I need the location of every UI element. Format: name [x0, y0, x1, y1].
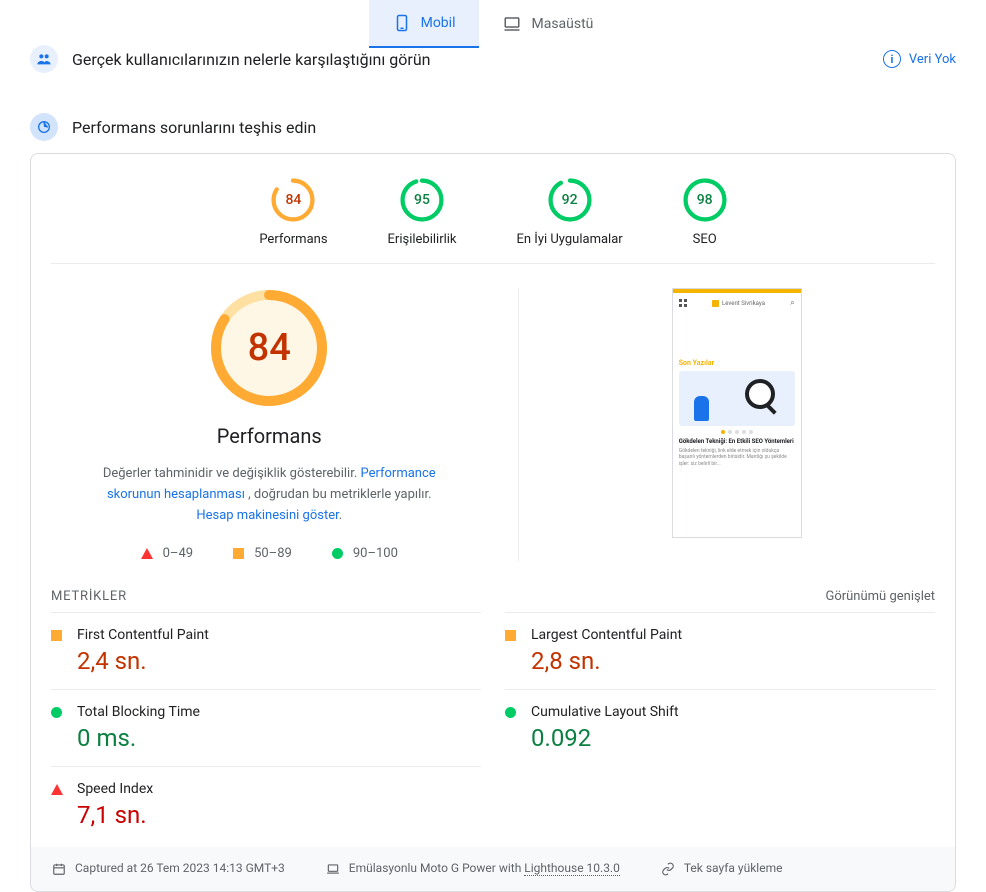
metric-value: 0 ms. [77, 724, 481, 752]
score-gauge: 95 [400, 178, 444, 222]
metric-value: 2,8 sn. [531, 647, 935, 675]
metric-largest-contentful-paint[interactable]: Largest Contentful Paint 2,8 sn. [505, 612, 935, 689]
metric-name: Largest Contentful Paint [531, 627, 935, 643]
performance-gauge-value: 84 [248, 326, 291, 370]
score-label: Performans [259, 232, 327, 247]
metric-total-blocking-time[interactable]: Total Blocking Time 0 ms. [51, 689, 481, 766]
laptop-icon [325, 861, 341, 877]
score-value: 92 [562, 192, 578, 208]
no-data-label: Veri Yok [909, 52, 956, 67]
diagnose-icon [30, 113, 58, 141]
circle-icon [332, 548, 343, 559]
score-item-en-i̇yi-uygulamalar[interactable]: 92 En İyi Uygulamalar [517, 178, 623, 247]
metric-status-icon [505, 707, 517, 719]
page-screenshot: Levent Sivrikaya ⌕ Son Yazılar Gökdelen … [672, 288, 802, 538]
score-label: SEO [693, 232, 717, 247]
expand-view-link[interactable]: Görünümü genişlet [825, 589, 935, 604]
metric-value: 2,4 sn. [77, 647, 481, 675]
circle-icon [51, 707, 62, 718]
metrics-title: METRİKLER [51, 589, 127, 604]
page-load-type: Tek sayfa yükleme [660, 861, 783, 877]
metrics-header: METRİKLER Görünümü genişlet [51, 585, 935, 608]
emulated-device: Emülasyonlu Moto G Power with Lighthouse… [325, 861, 620, 877]
legend-average: 50–89 [233, 546, 292, 561]
score-gauge: 98 [683, 178, 727, 222]
performance-detail: 84 Performans Değerler tahminidir ve değ… [51, 288, 935, 561]
desktop-icon [503, 15, 521, 33]
performance-left: 84 Performans Değerler tahminidir ve değ… [51, 288, 488, 561]
circle-icon [505, 707, 516, 718]
score-row: 84 Performans 95 Erişilebilirlik 92 En İ… [51, 174, 935, 264]
metrics-grid: First Contentful Paint 2,4 sn. Largest C… [51, 612, 935, 843]
diagnose-title: Performans sorunlarını teşhis edin [72, 118, 956, 137]
metric-speed-index[interactable]: Speed Index 7,1 sn. [51, 766, 481, 843]
tab-desktop[interactable]: Masaüstü [479, 0, 617, 48]
capture-footer: Captured at 26 Tem 2023 14:13 GMT+3 Emül… [31, 847, 955, 891]
legend-fail: 0–49 [141, 546, 193, 561]
square-icon [233, 548, 244, 559]
square-icon [51, 630, 62, 641]
menu-icon [679, 299, 687, 307]
performance-description: Değerler tahminidir ve değişiklik göster… [89, 464, 449, 526]
metric-status-icon [51, 707, 63, 719]
performance-title: Performans [217, 424, 322, 448]
score-label: En İyi Uygulamalar [517, 232, 623, 247]
info-icon[interactable]: i [883, 50, 901, 68]
score-value: 95 [414, 192, 430, 208]
calculator-link[interactable]: Hesap makinesini göster [196, 508, 338, 523]
link-icon [660, 861, 676, 877]
score-item-erişilebilirlik[interactable]: 95 Erişilebilirlik [388, 178, 457, 247]
score-legend: 0–49 50–89 90–100 [141, 546, 398, 561]
score-value: 84 [285, 192, 301, 208]
metric-status-icon [51, 630, 63, 642]
performance-right: Levent Sivrikaya ⌕ Son Yazılar Gökdelen … [518, 288, 936, 561]
diagnose-header: Performans sorunlarını teşhis edin [0, 113, 986, 141]
field-data-right: i Veri Yok [883, 50, 956, 68]
score-value: 98 [697, 192, 713, 208]
search-icon: ⌕ [790, 298, 794, 308]
device-tabs: Mobil Masaüstü [0, 0, 986, 49]
metric-first-contentful-paint[interactable]: First Contentful Paint 2,4 sn. [51, 612, 481, 689]
square-icon [505, 630, 516, 641]
triangle-icon [141, 548, 153, 559]
mobile-icon [393, 14, 411, 32]
field-data-header: Gerçek kullanıcılarınızın nelerle karşıl… [0, 45, 986, 73]
tab-mobile-label: Mobil [421, 15, 456, 31]
metric-name: Speed Index [77, 781, 481, 797]
people-icon [30, 45, 58, 73]
legend-pass: 90–100 [332, 546, 398, 561]
metric-name: First Contentful Paint [77, 627, 481, 643]
calendar-icon [51, 861, 67, 877]
score-item-seo[interactable]: 98 SEO [683, 178, 727, 247]
metric-value: 7,1 sn. [77, 801, 481, 829]
triangle-icon [51, 784, 63, 795]
performance-gauge: 84 [209, 288, 329, 408]
score-label: Erişilebilirlik [388, 232, 457, 247]
metric-status-icon [51, 784, 63, 796]
lighthouse-version-link[interactable]: Lighthouse 10.3.0 [524, 861, 620, 876]
lighthouse-card: 84 Performans 95 Erişilebilirlik 92 En İ… [30, 153, 956, 892]
score-item-performans[interactable]: 84 Performans [259, 178, 327, 247]
metric-name: Cumulative Layout Shift [531, 704, 935, 720]
score-gauge: 84 [271, 178, 315, 222]
tab-desktop-label: Masaüstü [531, 16, 593, 32]
tab-mobile[interactable]: Mobil [369, 0, 480, 48]
field-data-title: Gerçek kullanıcılarınızın nelerle karşıl… [72, 50, 883, 69]
metric-value: 0.092 [531, 724, 935, 752]
captured-at: Captured at 26 Tem 2023 14:13 GMT+3 [51, 861, 285, 877]
score-gauge: 92 [548, 178, 592, 222]
metric-cumulative-layout-shift[interactable]: Cumulative Layout Shift 0.092 [505, 689, 935, 766]
metric-name: Total Blocking Time [77, 704, 481, 720]
metric-status-icon [505, 630, 517, 642]
